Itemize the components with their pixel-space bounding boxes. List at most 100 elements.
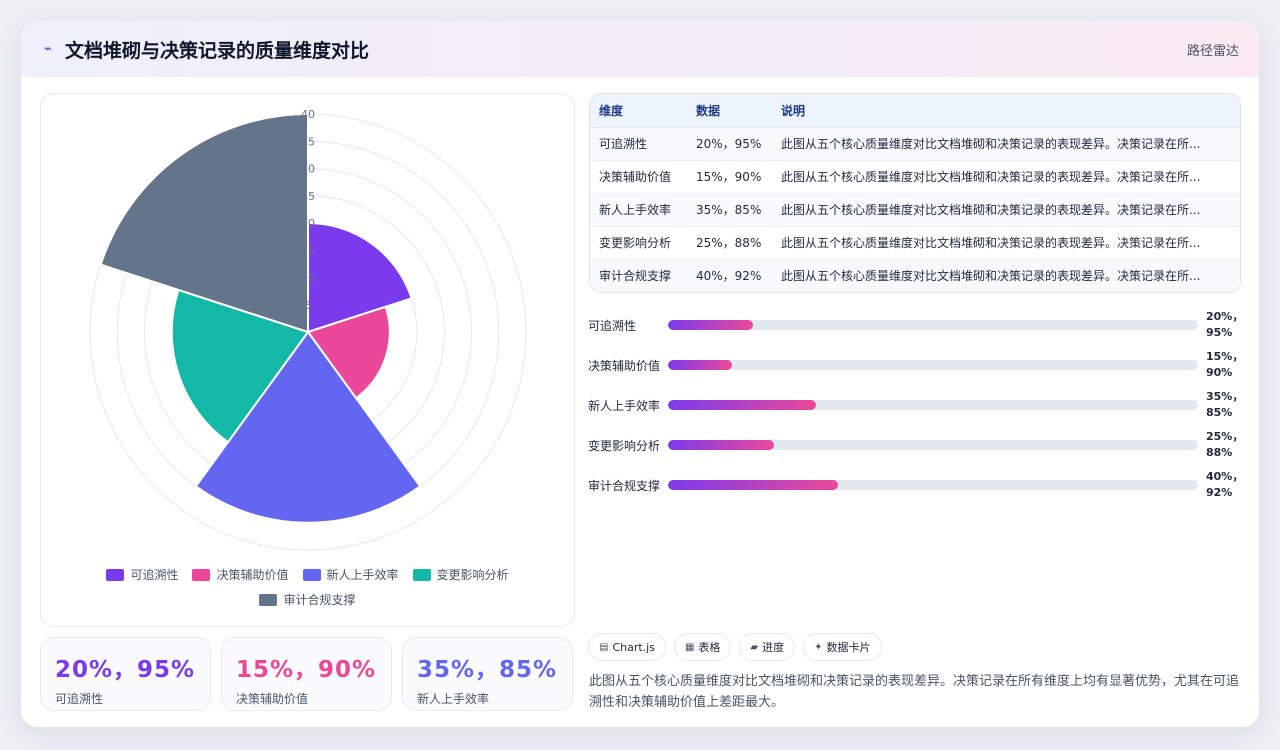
stat-label: 可追溯性 [55,692,104,706]
table-cell-description: 此图从五个核心质量维度对比文档堆砌和决策记录的表现差异。决策记录在所... [772,160,1240,194]
dashboard-card: ⌁ 文档堆砌与决策记录的质量维度对比 路径雷达 5 10 15 20 25 30 35 40 … [20,20,1260,728]
tech-chips: ▤ Chart.js ▦ 表格 ▰ 进度 ✦ 数据卡片 [588,633,882,661]
tick-label: 5 [305,299,312,312]
polar-chart-panel: 5 10 15 20 25 30 35 40 可追溯性 决策辅助价值 新人上手效率 变更影响分析审计… [40,93,575,627]
table-row: 新人上手效率 35%，85% 此图从五个核心质量维度对比文档堆砌和决策记录的表现差异… [590,193,1240,227]
table-row: 决策辅助价值 15%，90% 此图从五个核心质量维度对比文档堆砌和决策记录的表现差异… [590,160,1240,194]
chip-label: 表格 [698,641,721,654]
data-table: 维度 数据 说明 可追溯性 20%，95% 此图从五个核心质量维度对比文档堆砌和决策… [589,93,1241,293]
polar-sector[interactable] [99,112,309,334]
header-badge[interactable]: 路径雷达 [1187,40,1239,59]
legend-swatch [259,593,278,606]
legend-swatch [192,568,211,581]
progress-fill [668,480,838,490]
legend-item[interactable]: 变更影响分析 [412,566,509,583]
table-cell-dimension: 变更影响分析 [590,226,687,260]
table-cell-description: 此图从五个核心质量维度对比文档堆砌和决策记录的表现差异。决策记录在所... [772,127,1240,161]
chip-chart[interactable]: ▤ Chart.js [588,633,666,661]
progress-row: 新人上手效率 35%，85% [588,385,1248,425]
progress-row: 审计合规支撑 40%，92% [588,465,1248,505]
table-cell-dimension: 可追溯性 [590,127,687,161]
chip-sparkle[interactable]: ✦ 数据卡片 [803,633,882,661]
table-cell-data: 35%，85% [687,193,772,227]
progress-fill [668,360,732,370]
progress-track [668,320,1198,330]
chip-label: 进度 [762,641,785,654]
legend-item[interactable]: 决策辅助价值 [192,566,289,583]
table-header-row: 维度 数据 说明 [590,94,1240,128]
legend-item[interactable]: 可追溯性 [106,566,178,583]
tick-label: 40 [301,108,315,121]
progress-label: 决策辅助价值 [588,358,661,373]
table-row: 可追溯性 20%，95% 此图从五个核心质量维度对比文档堆砌和决策记录的表现差异。决… [590,127,1240,161]
chart-legend: 可追溯性 决策辅助价值 新人上手效率 变更影响分析审计合规支撑 [41,566,574,608]
table-cell-description: 此图从五个核心质量维度对比文档堆砌和决策记录的表现差异。决策记录在所... [772,193,1240,227]
tick-label: 30 [301,163,315,176]
stat-value: 20%，95% [55,657,196,683]
chip-table[interactable]: ▦ 表格 [673,633,732,661]
tick-label: 10 [301,272,315,285]
progress-value: 15%，90% [1206,350,1244,379]
stat-cards: 20%，95% 可追溯性 15%，90% 决策辅助价值 35%，85% 新人上手效率 [40,637,573,711]
tick-label: 35 [301,135,315,148]
chip-label: 数据卡片 [826,641,871,654]
progress-list: 可追溯性 20%，95% 决策辅助价值 15%，90% 新人上手效率 35%，85% 变更影… [588,305,1248,505]
tick-label: 25 [301,190,315,203]
tick-label: 20 [301,217,315,230]
legend-label: 变更影响分析 [436,568,509,582]
progress-track [668,400,1198,410]
table-row: 变更影响分析 25%，88% 此图从五个核心质量维度对比文档堆砌和决策记录的表现差异… [590,226,1240,260]
progress-track [668,360,1198,370]
tick-label: 15 [301,244,315,257]
progress-value: 20%，95% [1206,310,1244,339]
progress-value: 35%，85% [1206,390,1244,419]
progress-fill [668,440,774,450]
stat-card: 15%，90% 决策辅助价值 [221,637,392,711]
table-cell-data: 15%，90% [687,160,772,194]
table-cell-dimension: 决策辅助价值 [590,160,687,194]
table-cell-dimension: 审计合规支撑 [590,259,687,292]
table-cell-data: 25%，88% [687,226,772,260]
summary-text: 此图从五个核心质量维度对比文档堆砌和决策记录的表现差异。决策记录在所有维度上均有… [589,674,1240,710]
table-cell-data: 20%，95% [687,127,772,161]
table-cell-description: 此图从五个核心质量维度对比文档堆砌和决策记录的表现差异。决策记录在所... [772,259,1240,292]
header: ⌁ 文档堆砌与决策记录的质量维度对比 路径雷达 [21,21,1259,77]
table-cell-description: 此图从五个核心质量维度对比文档堆砌和决策记录的表现差异。决策记录在所... [772,226,1240,260]
legend-label: 新人上手效率 [326,568,399,582]
polar-area-chart: 5 10 15 20 25 30 35 40 [89,108,527,551]
progress-label: 审计合规支撑 [588,478,661,493]
legend-label: 审计合规支撑 [283,593,356,607]
progress-fill [668,320,753,330]
table-header-data: 数据 [687,94,772,128]
stat-card: 20%，95% 可追溯性 [40,637,211,711]
table-row: 审计合规支撑 40%，92% 此图从五个核心质量维度对比文档堆砌和决策记录的表现差异… [590,259,1240,292]
legend-swatch [106,568,125,581]
stat-value: 15%，90% [236,657,377,683]
progress-label: 新人上手效率 [588,398,661,413]
page-title: 文档堆砌与决策记录的质量维度对比 [65,39,370,62]
table-cell-data: 40%，92% [687,259,772,292]
progress-row: 变更影响分析 25%，88% [588,425,1248,465]
legend-item[interactable]: 审计合规支撑 [259,591,356,608]
progress-fill [668,400,817,410]
progress-value: 25%，88% [1206,430,1244,459]
table-icon: ▦ [684,641,695,653]
progress-value: 40%，92% [1206,470,1244,499]
stat-label: 决策辅助价值 [236,692,309,706]
chart-icon: ▤ [599,641,609,653]
table-header-description: 说明 [772,94,1240,128]
legend-swatch [412,568,431,581]
sparkle-icon: ✦ [814,641,823,653]
progress-track [668,480,1198,490]
chip-folder[interactable]: ▰ 进度 [739,633,796,661]
legend-item[interactable]: 新人上手效率 [302,566,399,583]
legend-label: 可追溯性 [130,568,179,582]
progress-row: 可追溯性 20%，95% [588,305,1248,345]
stat-value: 35%，85% [417,657,558,683]
stat-label: 新人上手效率 [417,692,490,706]
progress-label: 变更影响分析 [588,438,661,453]
legend-swatch [302,568,321,581]
legend-label: 决策辅助价值 [216,568,289,582]
folder-icon: ▰ [750,641,759,653]
progress-row: 决策辅助价值 15%，90% [588,345,1248,385]
